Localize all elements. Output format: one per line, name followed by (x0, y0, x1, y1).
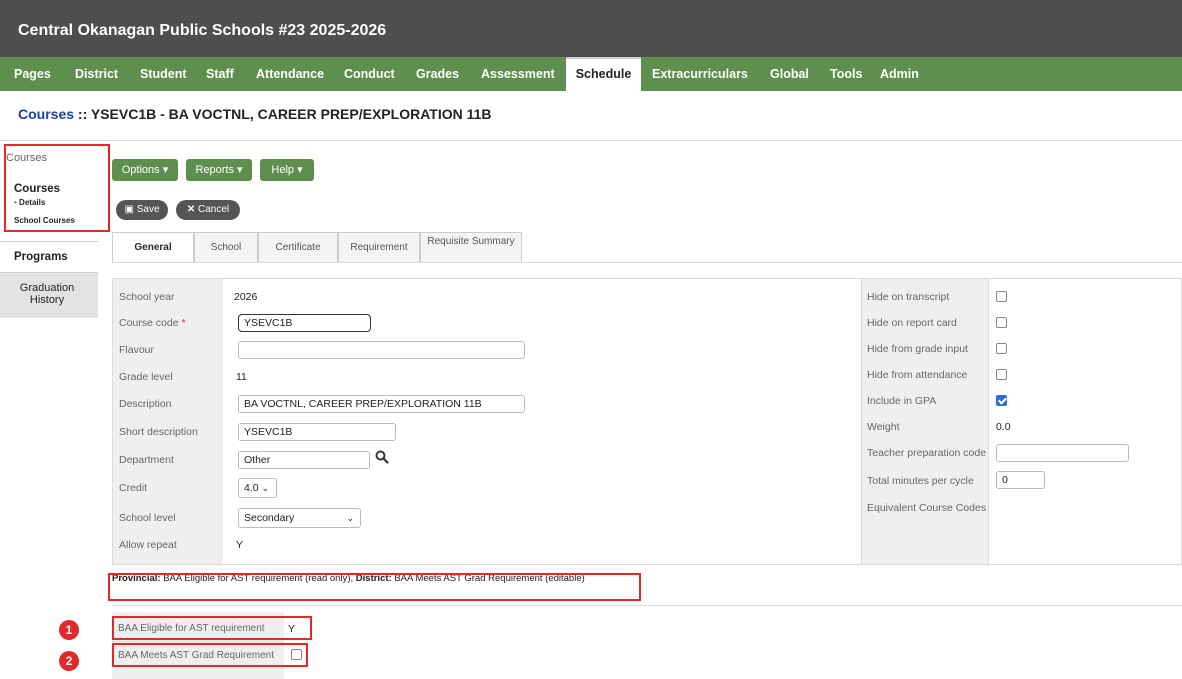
highlight-note (108, 573, 641, 601)
hide-attendance-checkbox[interactable] (996, 369, 1007, 380)
save-icon: ▣ (124, 204, 134, 215)
highlight-baa-meets (112, 643, 308, 667)
hide-grade-input-label: Hide from grade input (867, 343, 968, 355)
chevron-down-icon: ⌄ (261, 483, 270, 493)
tab-requirement[interactable]: Requirement (338, 232, 420, 262)
tab-school[interactable]: School (194, 232, 258, 262)
help-label: Help (271, 164, 295, 176)
credit-value: 4.0 (244, 482, 259, 494)
weight-value: 0.0 (996, 421, 1011, 433)
page-title: Courses :: YSEVC1B - BA VOCTNL, CAREER P… (18, 106, 492, 122)
course-code-input[interactable]: YSEVC1B (238, 314, 371, 332)
divider (112, 605, 1182, 606)
grade-level-label: Grade level (119, 371, 173, 383)
include-gpa-checkbox[interactable] (996, 395, 1007, 406)
school-year-value: 2026 (234, 291, 258, 303)
school-level-value: Secondary (244, 512, 295, 524)
menu-grades[interactable]: Grades (416, 57, 459, 91)
course-code-label-text: Course code (119, 317, 179, 329)
cancel-button[interactable]: ✕ Cancel (176, 200, 240, 220)
hide-report-card-label: Hide on report card (867, 317, 957, 329)
allow-repeat-label: Allow repeat (119, 539, 177, 551)
school-level-label: School level (119, 512, 176, 524)
column-divider (988, 279, 989, 564)
hide-transcript-checkbox[interactable] (996, 291, 1007, 302)
credit-label: Credit (119, 482, 148, 494)
cancel-label: Cancel (198, 204, 230, 215)
menu-assessment[interactable]: Assessment (481, 57, 555, 91)
equivalent-codes-label: Equivalent Course Codes (867, 502, 987, 514)
menu-staff[interactable]: Staff (206, 57, 234, 91)
short-description-label: Short description (119, 426, 198, 438)
menu-extracurriculars[interactable]: Extracurriculars (652, 57, 748, 91)
callout-badge-2: 2 (59, 651, 79, 671)
short-description-input[interactable]: YSEVC1B (238, 423, 396, 441)
total-minutes-input[interactable]: 0 (996, 471, 1045, 489)
tab-requisite-summary[interactable]: Requisite Summary (420, 232, 522, 262)
description-label: Description (119, 398, 172, 410)
sidebar-item-programs[interactable]: Programs (0, 241, 98, 271)
teacher-prep-input[interactable] (996, 444, 1129, 462)
save-label: Save (136, 204, 160, 215)
menu-student[interactable]: Student (140, 57, 187, 91)
menu-schedule[interactable]: Schedule (566, 57, 641, 91)
description-input[interactable]: BA VOCTNL, CAREER PREP/EXPLORATION 11B (238, 395, 525, 413)
include-gpa-label: Include in GPA (867, 395, 937, 407)
department-label: Department (119, 454, 174, 466)
school-level-select[interactable]: Secondary ⌄ (238, 508, 361, 528)
credit-select[interactable]: 4.0 ⌄ (238, 478, 277, 498)
main-menu: Pages District Student Staff Attendance … (0, 57, 1182, 91)
page-title-text: :: YSEVC1B - BA VOCTNL, CAREER PREP/EXPL… (74, 106, 492, 122)
allow-repeat-value: Y (236, 539, 244, 551)
breadcrumb-courses[interactable]: Courses (18, 106, 74, 122)
hide-attendance-label: Hide from attendance (867, 369, 968, 381)
tab-certificate[interactable]: Certificate (258, 232, 338, 262)
flavour-input[interactable] (238, 341, 525, 359)
menu-tools[interactable]: Tools (830, 57, 862, 91)
hide-transcript-label: Hide on transcript (867, 291, 950, 303)
grade-level-value: 11 (236, 371, 247, 383)
divider (0, 140, 1182, 141)
chevron-down-icon: ⌄ (346, 513, 354, 523)
total-minutes-label: Total minutes per cycle (867, 475, 974, 487)
app-title: Central Okanagan Public Schools #23 2025… (18, 22, 387, 39)
department-input[interactable]: Other (238, 451, 370, 469)
callout-badge-1: 1 (59, 620, 79, 640)
caret-down-icon: ▾ (297, 164, 303, 176)
search-icon[interactable] (375, 450, 389, 464)
menu-attendance[interactable]: Attendance (256, 57, 324, 91)
sidebar-item-programs-label: Programs (14, 251, 68, 263)
sidebar-item-graduation-history-label: Graduation History (19, 282, 75, 306)
sidebar-item-graduation-history[interactable]: Graduation History (0, 272, 98, 318)
divider (112, 641, 284, 642)
hide-grade-input-checkbox[interactable] (996, 343, 1007, 354)
weight-label: Weight (867, 421, 900, 433)
general-panel: School year 2026 Course code * YSEVC1B F… (112, 278, 1182, 565)
help-button[interactable]: Help ▾ (260, 159, 314, 181)
menu-conduct[interactable]: Conduct (344, 57, 395, 91)
flavour-label: Flavour (119, 344, 155, 356)
required-marker: * (181, 317, 186, 329)
save-button[interactable]: ▣ Save (116, 200, 168, 220)
menu-global[interactable]: Global (770, 57, 809, 91)
caret-down-icon: ▾ (162, 164, 169, 176)
app-title-bar: Central Okanagan Public Schools #23 2025… (0, 0, 1182, 57)
teacher-prep-label: Teacher preparation code (867, 447, 987, 459)
school-year-label: School year (119, 291, 175, 303)
tab-general[interactable]: General (112, 232, 194, 263)
options-button[interactable]: Options ▾ (112, 159, 178, 181)
caret-down-icon: ▾ (237, 164, 243, 176)
reports-label: Reports (195, 164, 234, 176)
menu-admin[interactable]: Admin (880, 57, 919, 91)
highlight-sidebar-courses (4, 144, 110, 232)
tabs-divider (112, 262, 1182, 263)
reports-button[interactable]: Reports ▾ (186, 159, 252, 181)
close-icon: ✕ (186, 204, 196, 215)
course-code-label: Course code * (119, 317, 186, 329)
menu-pages[interactable]: Pages (14, 57, 51, 91)
highlight-baa-eligible (112, 616, 312, 640)
menu-district[interactable]: District (75, 57, 118, 91)
options-label: Options (121, 164, 160, 176)
hide-report-card-checkbox[interactable] (996, 317, 1007, 328)
